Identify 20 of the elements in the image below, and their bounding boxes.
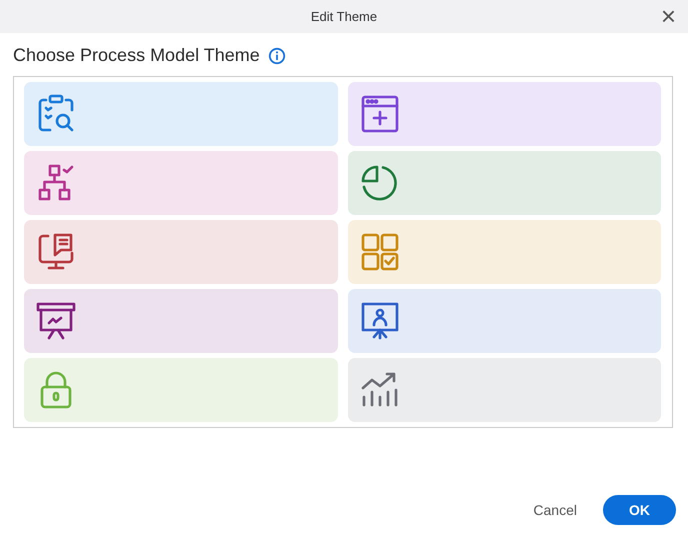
close-button[interactable]: ×: [658, 4, 678, 28]
easel-chart-icon: [36, 301, 76, 341]
theme-card[interactable]: [348, 220, 661, 284]
clipboard-search-icon: [36, 94, 76, 134]
cancel-button[interactable]: Cancel: [527, 501, 583, 519]
theme-card[interactable]: [348, 289, 661, 353]
hierarchy-icon: [36, 163, 76, 203]
pie-chart-icon: [360, 163, 400, 203]
monitor-chat-icon: [36, 232, 76, 272]
browser-plus-icon: [360, 94, 400, 134]
ok-button[interactable]: OK: [603, 495, 676, 525]
window-title: Edit Theme: [310, 9, 378, 24]
heading: Choose Process Model Theme: [13, 45, 260, 66]
info-icon[interactable]: [268, 46, 286, 64]
theme-card[interactable]: [24, 151, 338, 215]
theme-card[interactable]: [24, 289, 338, 353]
theme-card[interactable]: [348, 82, 661, 146]
theme-card[interactable]: [24, 220, 338, 284]
checklist-grid-icon: [360, 232, 400, 272]
presenter-icon: [360, 301, 400, 341]
